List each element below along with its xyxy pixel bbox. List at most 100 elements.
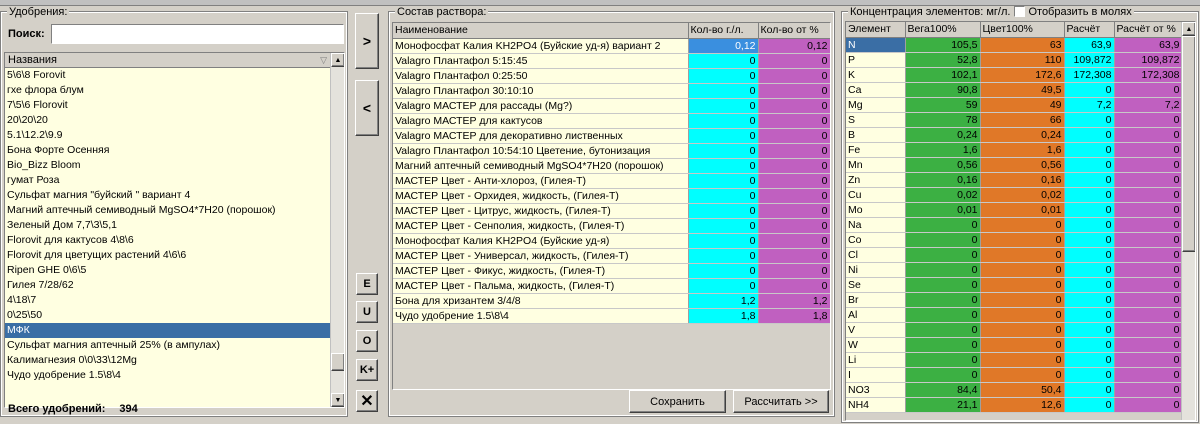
solution-grams-cell[interactable]: 1,8 xyxy=(688,308,759,324)
calc-percent-cell[interactable]: 0 xyxy=(1114,202,1183,218)
moles-checkbox[interactable] xyxy=(1014,6,1026,17)
table-row[interactable]: МАСТЕР Цвет - Цитрус, жидкость, (Гилея-Т… xyxy=(393,203,830,219)
calc-percent-cell[interactable]: 7,2 xyxy=(1114,97,1183,113)
calc-percent-cell[interactable]: 0 xyxy=(1114,292,1183,308)
table-row[interactable]: Valagro МАСТЕР для кактусов 0 0 xyxy=(393,113,830,129)
calc-percent-cell[interactable]: 0 xyxy=(1114,397,1183,413)
tsvet-cell[interactable]: 0 xyxy=(980,337,1065,353)
element-cell[interactable]: Fe xyxy=(846,142,906,158)
vega-cell[interactable]: 105,5 xyxy=(905,37,981,53)
vega-cell[interactable]: 0,16 xyxy=(905,172,981,188)
list-item[interactable]: 5.1\12.2\9.9 xyxy=(5,128,332,143)
calc-cell[interactable]: 0 xyxy=(1064,217,1115,233)
element-cell[interactable]: Li xyxy=(846,352,906,368)
table-row[interactable]: Valagro Плантафол 30:10:10 0 0 xyxy=(393,83,830,99)
solution-grams-cell[interactable]: 0 xyxy=(688,98,759,114)
table-row[interactable]: W0000 xyxy=(846,337,1183,353)
vega-cell[interactable]: 102,1 xyxy=(905,67,981,83)
solution-name-cell[interactable]: Valagro МАСТЕР для кактусов xyxy=(393,113,689,129)
table-row[interactable]: Ca 90,8 49,5 0 0 xyxy=(846,82,1183,98)
solution-name-cell[interactable]: МАСТЕР Цвет - Анти-хлороз, (Гилея-Т) xyxy=(393,173,689,189)
col-vega-header[interactable]: Вега100% xyxy=(905,22,981,38)
element-cell[interactable]: K xyxy=(846,67,906,83)
table-row[interactable]: Mo 0,01 0,01 0 0 xyxy=(846,202,1183,218)
list-item[interactable]: Бона Форте Осенняя xyxy=(5,143,332,158)
table-row[interactable]: N 105,5 63 63,9 63,9 xyxy=(846,37,1183,53)
list-item[interactable]: МФК xyxy=(5,323,332,338)
table-row[interactable]: Valagro Плантафол 5:15:45 0 0 xyxy=(393,53,830,69)
vega-cell[interactable]: 0 xyxy=(905,217,981,233)
calc-percent-cell[interactable]: 63,9 xyxy=(1114,37,1183,53)
solution-grams-cell[interactable]: 0 xyxy=(688,173,759,189)
solution-percent-cell[interactable]: 0 xyxy=(758,53,830,69)
solution-name-cell[interactable]: Магний аптечный семиводный MgSO4*7H20 (п… xyxy=(393,158,689,174)
fertilizer-list[interactable]: Названия ▽ 5\6\8 Forovit гхе флора блум 7\… xyxy=(4,52,345,408)
vega-cell[interactable]: 0 xyxy=(905,307,981,323)
list-item[interactable]: 0\25\50 xyxy=(5,308,332,323)
table-row[interactable]: Zn 0,16 0,16 0 0 xyxy=(846,172,1183,188)
list-item[interactable]: 4\18\7 xyxy=(5,293,332,308)
solution-grams-cell[interactable]: 0 xyxy=(688,143,759,159)
table-row[interactable]: МАСТЕР Цвет - Орхидея, жидкость, (Гилея-… xyxy=(393,188,830,204)
calc-percent-cell[interactable]: 0 xyxy=(1114,112,1183,128)
solution-name-cell[interactable]: Монофосфат Калия KH2PO4 (Буйские уд-я) xyxy=(393,233,689,249)
table-row[interactable]: Se 0 0 0 0 xyxy=(846,277,1183,293)
table-row[interactable]: Mg 59 49 7,2 7,2 xyxy=(846,97,1183,113)
table-row[interactable]: K 102,1 172,6 172,308 172,308 xyxy=(846,67,1183,83)
solution-percent-cell[interactable]: 0 xyxy=(758,218,830,234)
calc-cell[interactable]: 0 xyxy=(1064,112,1115,128)
list-column-header[interactable]: Названия ▽ xyxy=(5,53,332,68)
element-cell[interactable]: Br xyxy=(846,292,906,308)
scroll-down-icon[interactable]: ▼ xyxy=(331,393,344,407)
vega-cell[interactable]: 0 xyxy=(905,262,981,278)
solution-name-cell[interactable]: Valagro МАСТЕР для рассады (Mg?) xyxy=(393,98,689,114)
solution-percent-cell[interactable]: 0 xyxy=(758,83,830,99)
list-item[interactable]: Florovit для цветущих растений 4\6\6 xyxy=(5,248,332,263)
calc-cell[interactable]: 0 xyxy=(1064,142,1115,158)
list-item[interactable]: Зеленый Дом 7,7\3\5,1 xyxy=(5,218,332,233)
element-cell[interactable]: Cu xyxy=(846,187,906,203)
element-cell[interactable]: I xyxy=(846,367,906,383)
solution-grams-cell[interactable]: 0 xyxy=(688,278,759,294)
list-item[interactable]: Bio_Bizz Bloom xyxy=(5,158,332,173)
element-cell[interactable]: B xyxy=(846,127,906,143)
solution-percent-cell[interactable]: 0 xyxy=(758,68,830,84)
list-item[interactable]: гхе флора блум xyxy=(5,83,332,98)
solution-grams-cell[interactable]: 0 xyxy=(688,188,759,204)
calc-cell[interactable]: 0 xyxy=(1064,187,1115,203)
element-cell[interactable]: NH4 xyxy=(846,397,906,413)
calc-percent-cell[interactable]: 109,872 xyxy=(1114,52,1183,68)
calc-cell[interactable]: 0 xyxy=(1064,127,1115,143)
solution-percent-cell[interactable]: 1,8 xyxy=(758,308,830,324)
solution-percent-cell[interactable]: 0 xyxy=(758,263,830,279)
save-button[interactable]: Сохранить xyxy=(629,390,726,413)
calc-cell[interactable]: 0 xyxy=(1064,277,1115,293)
solution-name-cell[interactable]: МАСТЕР Цвет - Сенполия, жидкость, (Гилея… xyxy=(393,218,689,234)
calc-percent-cell[interactable]: 0 xyxy=(1114,142,1183,158)
table-row[interactable]: Valagro Плантафол 10:54:10 Цветение, бут… xyxy=(393,143,830,159)
concentration-scrollbar[interactable]: ▲ xyxy=(1181,22,1195,420)
solution-name-cell[interactable]: МАСТЕР Цвет - Пальма, жидкость, (Гилея-Т… xyxy=(393,278,689,294)
solution-grams-cell[interactable]: 1,2 xyxy=(688,293,759,309)
solution-grams-cell[interactable]: 0 xyxy=(688,248,759,264)
o-button[interactable]: O xyxy=(356,330,378,352)
delete-button[interactable]: ✕ xyxy=(356,390,378,412)
vega-cell[interactable]: 0,56 xyxy=(905,157,981,173)
calc-cell[interactable]: 0 xyxy=(1064,307,1115,323)
element-cell[interactable]: Na xyxy=(846,217,906,233)
solution-name-cell[interactable]: Бона для хризантем 3/4/8 xyxy=(393,293,689,309)
table-row[interactable]: МАСТЕР Цвет - Универсал, жидкость, (Гиле… xyxy=(393,248,830,264)
table-row[interactable]: S 78 66 0 0 xyxy=(846,112,1183,128)
list-item[interactable]: 7\5\6 Florovit xyxy=(5,98,332,113)
scroll-thumb[interactable] xyxy=(331,353,344,371)
calc-cell[interactable]: 0 xyxy=(1064,172,1115,188)
table-row[interactable]: Fe 1,6 1,6 0 0 xyxy=(846,142,1183,158)
table-row[interactable]: Mn 0,56 0,56 0 0 xyxy=(846,157,1183,173)
calc-cell[interactable]: 0 xyxy=(1064,262,1115,278)
calc-cell[interactable]: 0 xyxy=(1064,202,1115,218)
calc-percent-cell[interactable]: 0 xyxy=(1114,352,1183,368)
col-percent-header[interactable]: Кол-во от % xyxy=(758,23,830,39)
tsvet-cell[interactable]: 63 xyxy=(980,37,1065,53)
vega-cell[interactable]: 0 xyxy=(905,322,981,338)
list-item[interactable]: Сульфат магния аптечный 25% (в ампулах) xyxy=(5,338,332,353)
